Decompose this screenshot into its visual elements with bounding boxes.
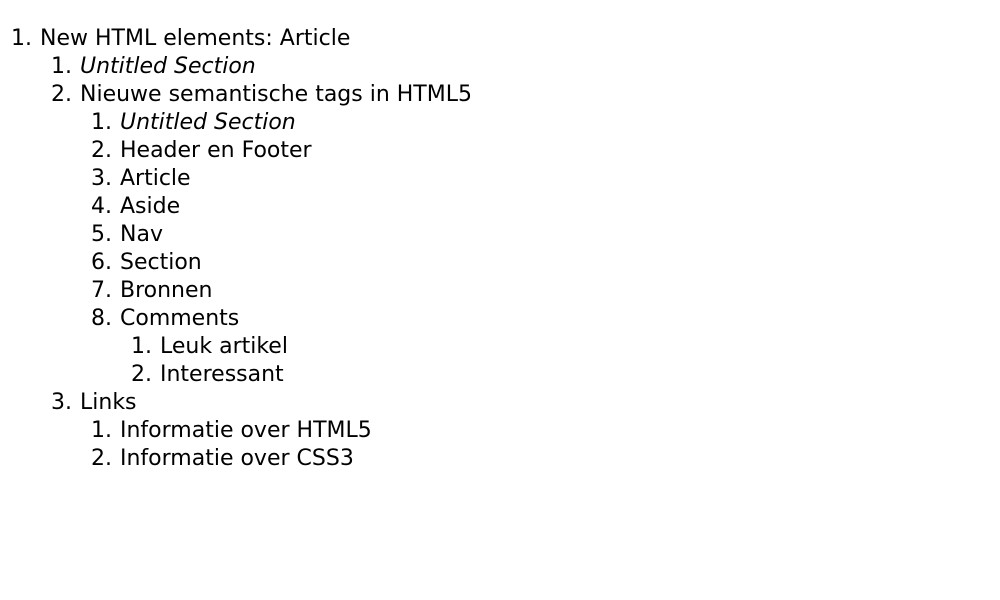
outline-item-label[interactable]: Nieuwe semantische tags in HTML5 [80, 81, 472, 109]
outline-item-untitled-section[interactable]: 1. Untitled Section [0, 53, 472, 81]
outline-item-comments[interactable]: 8. Comments [0, 305, 472, 333]
outline-item-header-en-footer[interactable]: 2. Header en Footer [0, 137, 472, 165]
outline-item-label[interactable]: Links [80, 389, 137, 417]
outline-item-label[interactable]: Bronnen [120, 277, 212, 305]
outline-item-number: 2. [91, 138, 112, 163]
outline-item-label[interactable]: Informatie over HTML5 [120, 417, 372, 445]
outline-item-section[interactable]: 6. Section [0, 249, 472, 277]
outline-item-number: 1. [91, 110, 112, 135]
outline-item-leuk-artikel[interactable]: 1. Leuk artikel [0, 333, 472, 361]
outline-item-label[interactable]: Untitled Section [120, 109, 296, 137]
outline-item-number: 1. [91, 418, 112, 443]
outline-item-number: 1. [51, 54, 72, 79]
outline-item-label[interactable]: Interessant [160, 361, 284, 389]
outline-item-label[interactable]: Header en Footer [120, 137, 312, 165]
outline-item-label[interactable]: Article [120, 165, 191, 193]
outline-item-article[interactable]: 3. Article [0, 165, 472, 193]
outline-item-label[interactable]: Nav [120, 221, 163, 249]
outline-item-label[interactable]: Informatie over CSS3 [120, 445, 354, 473]
outline-item-number: 4. [91, 194, 112, 219]
outline-item-number: 3. [91, 166, 112, 191]
outline-item-number: 3. [51, 390, 72, 415]
outline-item-number: 5. [91, 222, 112, 247]
document-outline: 1. New HTML elements: Article 1. Untitled S… [0, 25, 472, 473]
outline-item-informatie-over-html5[interactable]: 1. Informatie over HTML5 [0, 417, 472, 445]
outline-item-number: 6. [91, 250, 112, 275]
outline-item-label[interactable]: Comments [120, 305, 239, 333]
outline-item-number: 2. [51, 82, 72, 107]
outline-item-number: 1. [11, 26, 32, 51]
outline-item-interessant[interactable]: 2. Interessant [0, 361, 472, 389]
outline-item-label[interactable]: Untitled Section [80, 53, 256, 81]
outline-item-label[interactable]: Aside [120, 193, 180, 221]
outline-item-number: 8. [91, 306, 112, 331]
outline-item-label[interactable]: New HTML elements: Article [40, 25, 350, 53]
outline-item-number: 1. [131, 334, 152, 359]
outline-item-aside[interactable]: 4. Aside [0, 193, 472, 221]
outline-item-bronnen[interactable]: 7. Bronnen [0, 277, 472, 305]
outline-item-informatie-over-css3[interactable]: 2. Informatie over CSS3 [0, 445, 472, 473]
outline-item-nieuwe-semantische-tags[interactable]: 2. Nieuwe semantische tags in HTML5 [0, 81, 472, 109]
outline-item-label[interactable]: Section [120, 249, 202, 277]
outline-item-nav[interactable]: 5. Nav [0, 221, 472, 249]
outline-item-label[interactable]: Leuk artikel [160, 333, 288, 361]
outline-item-links[interactable]: 3. Links [0, 389, 472, 417]
outline-item-untitled-section-2[interactable]: 1. Untitled Section [0, 109, 472, 137]
outline-item-new-html-elements-article[interactable]: 1. New HTML elements: Article [0, 25, 472, 53]
outline-item-number: 7. [91, 278, 112, 303]
outline-item-number: 2. [91, 446, 112, 471]
outline-item-number: 2. [131, 362, 152, 387]
